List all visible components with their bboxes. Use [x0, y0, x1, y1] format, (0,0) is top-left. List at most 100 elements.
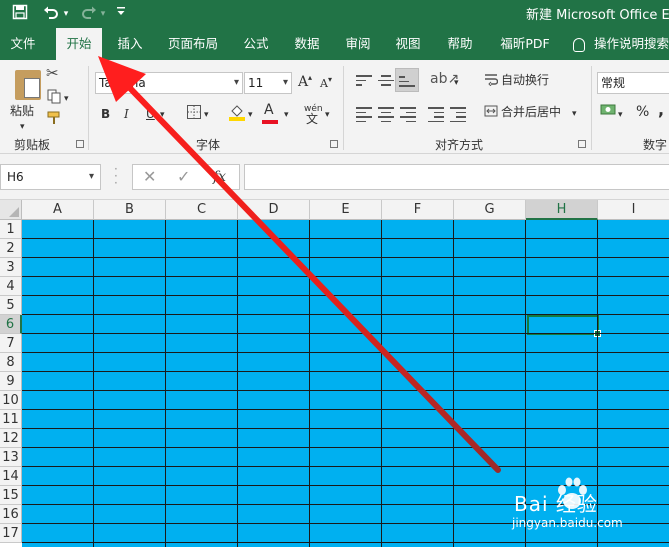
paste-dropdown-icon: ▾	[20, 122, 25, 132]
font-size-combo[interactable]: 11 ▾	[244, 72, 292, 94]
font-launcher-icon[interactable]	[330, 140, 338, 148]
tab-formulas[interactable]: 公式	[236, 28, 276, 60]
column-header-c[interactable]: C	[166, 200, 238, 220]
tab-file[interactable]: 文件	[0, 28, 46, 60]
redo-dropdown-icon[interactable]: ▾	[99, 4, 107, 24]
row-gridline	[22, 276, 669, 277]
align-right-icon[interactable]	[400, 104, 416, 125]
align-middle-icon[interactable]	[378, 72, 394, 89]
redo-icon[interactable]	[80, 4, 98, 24]
row-header-3[interactable]: 3	[0, 258, 22, 277]
row-header-12[interactable]: 12	[0, 429, 22, 448]
tab-home[interactable]: 开始	[56, 28, 102, 60]
select-all-button[interactable]	[0, 200, 22, 220]
row-header-15[interactable]: 15	[0, 486, 22, 505]
increase-indent-icon[interactable]	[450, 104, 466, 125]
undo-icon[interactable]	[42, 4, 60, 24]
tab-data[interactable]: 数据	[286, 28, 328, 60]
tab-review[interactable]: 审阅	[338, 28, 378, 60]
italic-button[interactable]: I	[124, 105, 129, 123]
align-bottom-button[interactable]	[395, 68, 419, 92]
row-header-5[interactable]: 5	[0, 296, 22, 315]
active-cell[interactable]	[527, 315, 601, 337]
name-box[interactable]: H6 ▾	[0, 164, 101, 190]
shrink-font-caret-icon: ▾	[328, 75, 333, 84]
tab-foxit-pdf[interactable]: 福昕PDF	[490, 28, 560, 60]
tab-insert[interactable]: 插入	[108, 28, 152, 60]
copy-icon[interactable]	[46, 88, 62, 109]
comma-button[interactable]: ,	[658, 101, 664, 119]
borders-dropdown-icon[interactable]: ▾	[204, 106, 209, 124]
tell-me-search[interactable]: 操作说明搜索	[573, 28, 669, 60]
formula-input[interactable]	[244, 164, 669, 190]
row-header-13[interactable]: 13	[0, 448, 22, 467]
row-header-1[interactable]: 1	[0, 220, 22, 239]
row-header-6[interactable]: 6	[0, 315, 22, 334]
tab-help[interactable]: 帮助	[438, 28, 482, 60]
row-header-11[interactable]: 11	[0, 410, 22, 429]
currency-icon[interactable]	[600, 103, 616, 122]
font-color-button[interactable]: A	[264, 101, 274, 119]
align-center-icon[interactable]	[378, 104, 394, 125]
percent-button[interactable]: %	[636, 103, 649, 121]
copy-dropdown-icon[interactable]: ▾	[64, 90, 69, 108]
cut-icon[interactable]: ✂	[46, 64, 59, 82]
borders-icon[interactable]	[186, 104, 202, 125]
row-header-8[interactable]: 8	[0, 353, 22, 372]
column-header-b[interactable]: B	[94, 200, 166, 220]
row-header-2[interactable]: 2	[0, 239, 22, 258]
group-separator	[343, 66, 344, 150]
column-header-h[interactable]: H	[526, 200, 598, 220]
font-color-dropdown-icon[interactable]: ▾	[284, 106, 289, 124]
bold-button[interactable]: B	[101, 105, 110, 123]
column-header-d[interactable]: D	[238, 200, 310, 220]
column-header-e[interactable]: E	[310, 200, 382, 220]
orientation-dropdown-icon[interactable]: ▾	[454, 74, 459, 92]
row-header-14[interactable]: 14	[0, 467, 22, 486]
row-header-7[interactable]: 7	[0, 334, 22, 353]
row-header-16[interactable]: 16	[0, 505, 22, 524]
enter-icon[interactable]: ✓	[177, 167, 190, 186]
align-left-icon[interactable]	[356, 104, 372, 125]
clipboard-launcher-icon[interactable]	[76, 140, 84, 148]
column-header-a[interactable]: A	[22, 200, 94, 220]
customize-qat-icon[interactable]	[114, 4, 128, 24]
number-format-combo[interactable]: 常规	[597, 72, 669, 94]
column-gridline	[381, 220, 382, 547]
cancel-icon[interactable]: ✕	[143, 167, 156, 186]
paste-button[interactable]: 粘贴 ▾	[4, 64, 44, 134]
row-header-4[interactable]: 4	[0, 277, 22, 296]
align-top-icon[interactable]	[356, 72, 372, 89]
grow-font-button[interactable]: A	[298, 73, 308, 91]
underline-button[interactable]: U	[146, 105, 155, 123]
format-painter-icon[interactable]	[46, 110, 62, 131]
column-header-g[interactable]: G	[454, 200, 526, 220]
save-icon[interactable]	[10, 4, 30, 24]
font-name-combo[interactable]: Tahoma ▾	[95, 72, 243, 94]
shrink-font-button[interactable]: A	[320, 75, 328, 93]
window-title: 新建 Microsoft Office Exc	[526, 8, 669, 23]
column-header-i[interactable]: I	[598, 200, 669, 220]
font-size-value: 11	[248, 76, 264, 90]
wrap-text-button[interactable]: 自动换行	[501, 71, 549, 89]
merge-center-dropdown-icon[interactable]: ▾	[572, 105, 577, 123]
fill-color-icon[interactable]	[228, 102, 246, 127]
column-header-f[interactable]: F	[382, 200, 454, 220]
undo-dropdown-icon[interactable]: ▾	[62, 4, 70, 24]
tab-page-layout[interactable]: 页面布局	[162, 28, 224, 60]
row-header-9[interactable]: 9	[0, 372, 22, 391]
row-header-17[interactable]: 17	[0, 524, 22, 543]
paste-icon	[24, 78, 40, 98]
insert-function-icon[interactable]: fx	[213, 169, 226, 185]
chevron-down-icon: ▾	[282, 77, 288, 88]
phonetic-dropdown-icon[interactable]: ▾	[325, 106, 330, 124]
fill-color-dropdown-icon[interactable]: ▾	[248, 106, 253, 124]
decrease-indent-icon[interactable]	[428, 104, 444, 125]
merge-center-button[interactable]: 合并后居中	[501, 103, 561, 121]
underline-dropdown-icon[interactable]: ▾	[160, 106, 165, 124]
alignment-launcher-icon[interactable]	[578, 140, 586, 148]
currency-dropdown-icon[interactable]: ▾	[618, 106, 623, 124]
row-gridline	[22, 333, 669, 334]
tab-view[interactable]: 视图	[388, 28, 428, 60]
row-header-10[interactable]: 10	[0, 391, 22, 410]
